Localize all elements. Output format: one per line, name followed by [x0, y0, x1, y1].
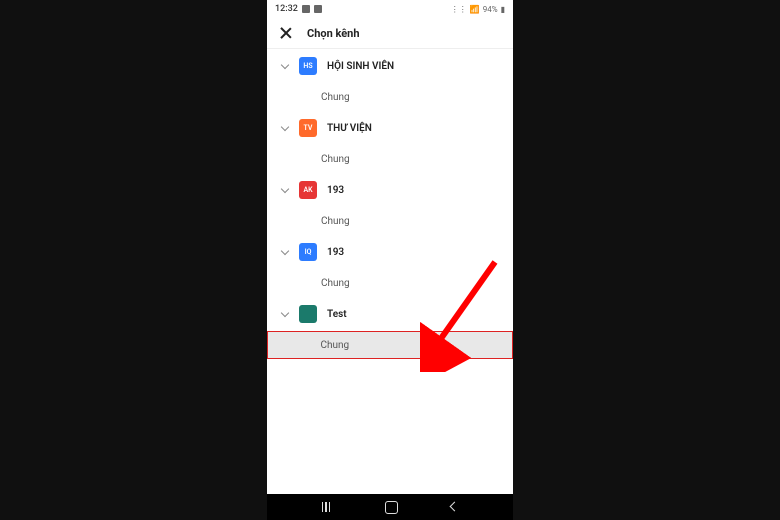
close-icon[interactable] [279, 26, 293, 40]
chevron-down-icon [279, 247, 289, 257]
channel-name: THƯ VIỆN [327, 123, 372, 134]
nav-recent-icon[interactable] [322, 502, 336, 512]
page-title: Chọn kênh [307, 27, 360, 40]
channel-list: HS HỘI SINH VIÊN Chung TV THƯ VIỆN Chung… [267, 49, 513, 494]
battery-icon: ▮ [501, 5, 505, 14]
avatar: AK [299, 181, 317, 199]
status-app-icon [302, 5, 310, 13]
channel-item[interactable]: HS HỘI SINH VIÊN [267, 49, 513, 83]
channel-item[interactable]: Test [267, 297, 513, 331]
battery-level: 94% [483, 5, 498, 14]
sub-channel-item[interactable]: Chung [267, 83, 513, 111]
channel-name: Test [327, 309, 347, 320]
channel-group: HS HỘI SINH VIÊN Chung [267, 49, 513, 111]
channel-name: 193 [327, 247, 344, 258]
phone-frame: 12:32 ⋮⋮ 📶 94% ▮ Chọn kênh HS HỘI SINH V… [267, 0, 513, 520]
channel-group: TV THƯ VIỆN Chung [267, 111, 513, 173]
channel-item[interactable]: TV THƯ VIỆN [267, 111, 513, 145]
status-time: 12:32 [275, 4, 298, 14]
channel-group: IQ 193 Chung [267, 235, 513, 297]
chevron-down-icon [279, 61, 289, 71]
header: Chọn kênh [267, 18, 513, 49]
sub-channel-item[interactable]: Chung [267, 269, 513, 297]
channel-item[interactable]: AK 193 [267, 173, 513, 207]
channel-item[interactable]: IQ 193 [267, 235, 513, 269]
channel-group: Test Chung [267, 297, 513, 359]
nav-home-icon[interactable] [385, 501, 398, 514]
avatar: IQ [299, 243, 317, 261]
status-app-icon [314, 5, 322, 13]
chevron-down-icon [279, 309, 289, 319]
avatar: HS [299, 57, 317, 75]
channel-name: 193 [327, 185, 344, 196]
sub-channel-item-highlighted[interactable]: Chung [267, 331, 513, 359]
sub-channel-item[interactable]: Chung [267, 145, 513, 173]
channel-name: HỘI SINH VIÊN [327, 61, 394, 72]
status-bar: 12:32 ⋮⋮ 📶 94% ▮ [267, 0, 513, 18]
avatar: TV [299, 119, 317, 137]
channel-group: AK 193 Chung [267, 173, 513, 235]
signal-icon: 📶 [470, 5, 480, 14]
wifi-icon: ⋮⋮ [451, 5, 467, 14]
nav-back-icon[interactable] [448, 502, 458, 512]
chevron-down-icon [279, 123, 289, 133]
chevron-down-icon [279, 185, 289, 195]
sub-channel-item[interactable]: Chung [267, 207, 513, 235]
android-nav-bar [267, 494, 513, 520]
avatar [299, 305, 317, 323]
